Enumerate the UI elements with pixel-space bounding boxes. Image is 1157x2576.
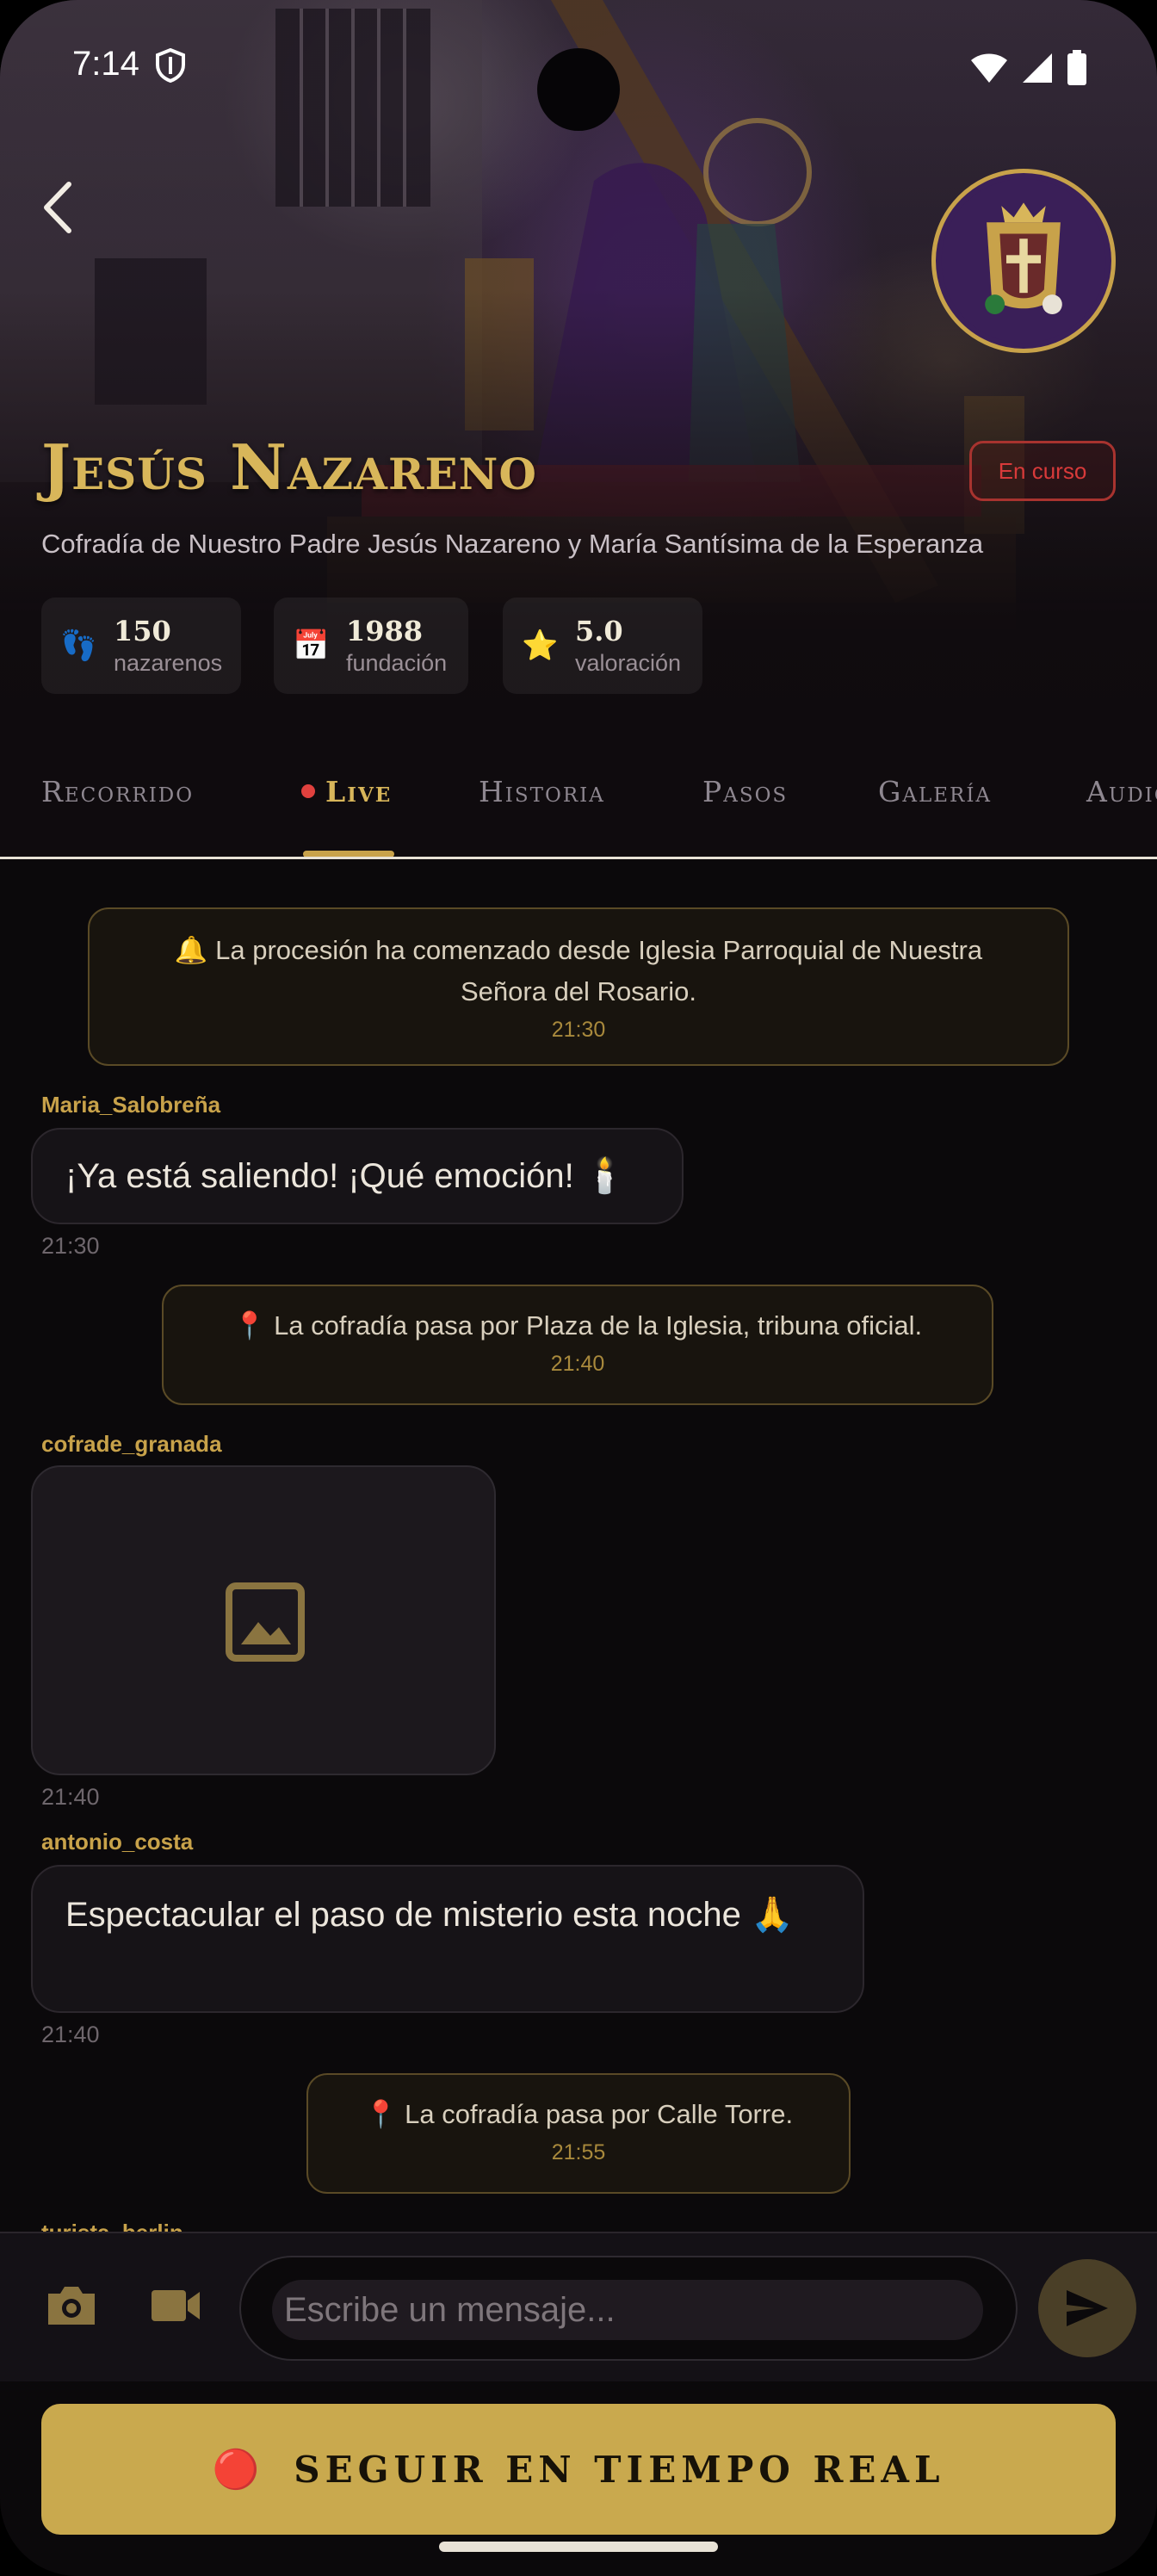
battery-icon: [1067, 50, 1086, 85]
tab-bar: Recorrido Live Historia Pasos Galería Au…: [0, 725, 1157, 859]
system-message: 📍 La cofradía pasa por Plaza de la Igles…: [162, 1285, 993, 1405]
send-button[interactable]: [1038, 2259, 1136, 2357]
tab-live-label: Live: [325, 775, 393, 808]
status-badge: En curso: [969, 441, 1116, 501]
message-username: antonio_costa: [41, 1829, 194, 1855]
brotherhood-emblem: [931, 169, 1116, 353]
message-bubble: ¡Ya está saliendo! ¡Qué emoción! 🕯️: [31, 1128, 684, 1224]
tab-pasos[interactable]: Pasos: [702, 775, 788, 808]
calendar-icon: 📅: [293, 629, 330, 663]
message-text: Espectacular el paso de misterio esta no…: [65, 1896, 794, 1934]
stat-fundacion: 📅 1988 fundación: [274, 598, 468, 694]
red-circle-icon: 🔴: [212, 2448, 260, 2492]
system-message-time: 21:40: [550, 1352, 605, 1376]
camera-cutout: [537, 48, 620, 131]
image-placeholder-icon: [226, 1582, 305, 1662]
system-message-time: 21:55: [551, 2140, 606, 2164]
tab-live[interactable]: Live: [301, 775, 392, 808]
message-bubble: Espectacular el paso de misterio esta no…: [31, 1865, 864, 2013]
message-time: 21:40: [41, 1784, 100, 1810]
stat-valoracion: ⭐ 5.0 valoración: [503, 598, 702, 694]
page-subtitle: Cofradía de Nuestro Padre Jesús Nazareno…: [41, 529, 984, 559]
signal-icon: [1023, 53, 1052, 83]
system-message-text: 📍 La cofradía pasa por Calle Torre.: [363, 2099, 794, 2129]
live-chat[interactable]: 🔔 La procesión ha comenzado desde Iglesi…: [0, 861, 1157, 2232]
active-tab-indicator: [303, 851, 394, 857]
system-message-text: 🔔 La procesión ha comenzado desde Iglesi…: [174, 935, 983, 1006]
wifi-icon: [971, 53, 1007, 83]
follow-live-button[interactable]: 🔴 SEGUIR EN TIEMPO REAL: [41, 2404, 1116, 2535]
back-arrow-icon[interactable]: [38, 177, 76, 238]
stat-nazarenos: 👣 150 nazarenos: [41, 598, 241, 694]
system-message: 📍 La cofradía pasa por Calle Torre. 21:5…: [306, 2073, 851, 2194]
camera-icon[interactable]: [45, 2283, 98, 2328]
video-camera-icon[interactable]: [150, 2287, 201, 2325]
stat-label: nazarenos: [114, 650, 223, 676]
message-time: 21:40: [41, 2022, 100, 2047]
footprints-icon: 👣: [60, 629, 97, 663]
tab-galeria[interactable]: Galería: [878, 775, 992, 808]
system-message: 🔔 La procesión ha comenzado desde Iglesi…: [88, 907, 1069, 1066]
tab-historia[interactable]: Historia: [479, 775, 605, 808]
bottom-bar: 🔴 SEGUIR EN TIEMPO REAL: [0, 2381, 1157, 2576]
message-composer: [0, 2232, 1157, 2381]
star-icon: ⭐: [522, 629, 559, 663]
status-bar: 7:14: [0, 0, 1157, 138]
status-time: 7:14: [72, 45, 139, 83]
tab-audio[interactable]: Audio: [1086, 775, 1157, 808]
message-input-container: [239, 2256, 1018, 2361]
hero-header: 7:14 Jesús Nazareno En curso Cofradía de…: [0, 0, 1157, 725]
screen: 7:14 Jesús Nazareno En curso Cofradía de…: [0, 0, 1157, 2576]
message-text: ¡Ya está saliendo! ¡Qué emoción! 🕯️: [65, 1157, 627, 1195]
follow-live-label: SEGUIR EN TIEMPO REAL: [294, 2448, 945, 2491]
stat-value: 1988: [346, 615, 424, 647]
message-username: Maria_Salobreña: [41, 1092, 221, 1118]
image-message[interactable]: [31, 1465, 496, 1775]
status-icons: [969, 50, 1088, 86]
message-username: cofrade_granada: [41, 1431, 222, 1457]
page-title: Jesús Nazareno: [41, 430, 537, 504]
message-time: 21:30: [41, 1233, 100, 1259]
live-dot-icon: [301, 784, 315, 798]
system-message-time: 21:30: [551, 1018, 606, 1042]
home-indicator[interactable]: [439, 2542, 718, 2552]
message-username: turista_berlin: [41, 2220, 183, 2232]
shield-icon: [156, 48, 185, 83]
stat-label: valoración: [575, 650, 682, 676]
stat-value: 150: [114, 615, 171, 647]
tab-recorrido[interactable]: Recorrido: [41, 775, 194, 808]
stat-label: fundación: [346, 650, 448, 676]
stat-value: 5.0: [575, 615, 623, 647]
message-input[interactable]: [272, 2280, 983, 2340]
system-message-text: 📍 La cofradía pasa por Plaza de la Igles…: [232, 1310, 923, 1341]
send-icon: [1067, 2290, 1108, 2326]
